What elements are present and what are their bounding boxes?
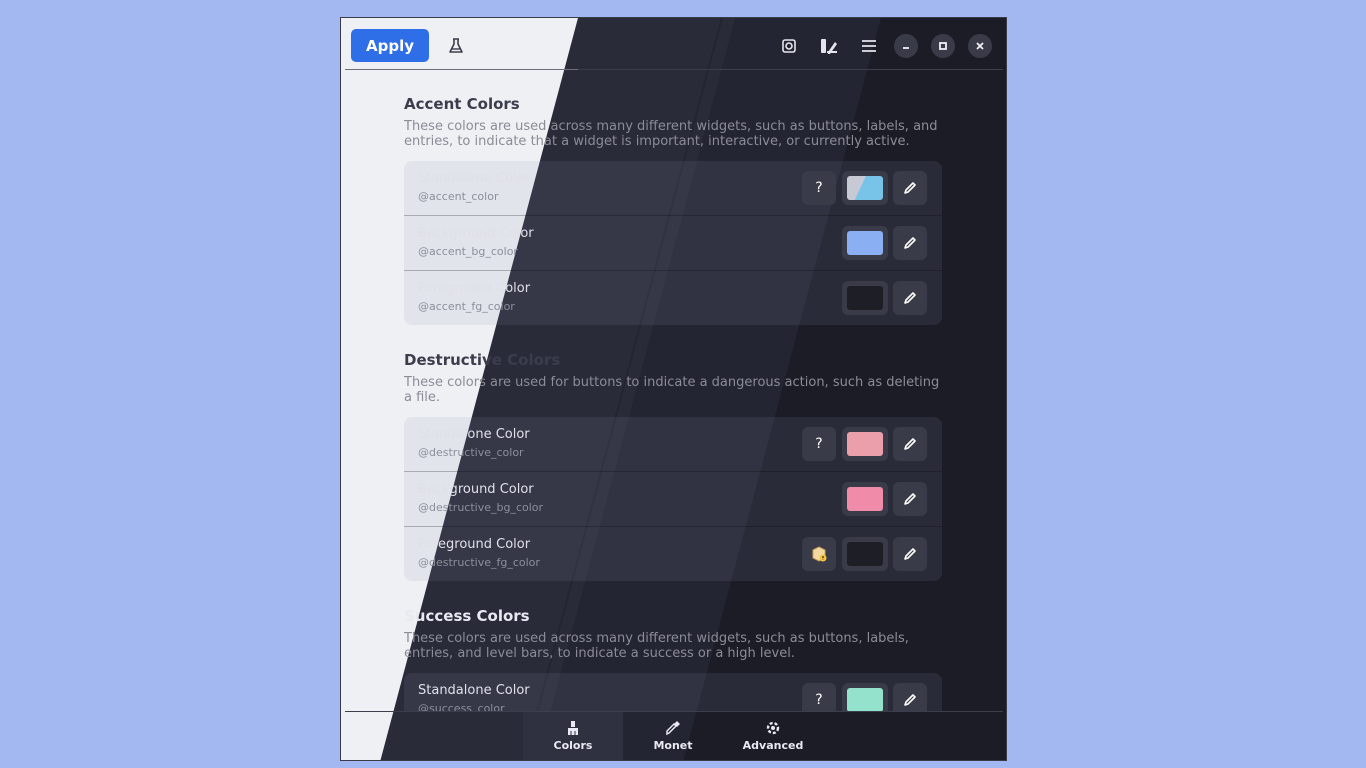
- color-row: Foreground Color @accent_fg_color: [404, 271, 942, 325]
- tab-colors[interactable]: Colors: [523, 712, 623, 760]
- question-icon: ?: [815, 436, 823, 452]
- color-row: Background Color @destructive_bg_color: [404, 472, 942, 527]
- section-title: Destructive Colors: [404, 351, 561, 369]
- color-row: Foreground Color @destructive_fg_color: [404, 527, 942, 581]
- edit-button[interactable]: [893, 171, 927, 205]
- color-swatch-button[interactable]: [842, 537, 888, 571]
- flask-icon[interactable]: [439, 29, 473, 62]
- color-row: Background Color @accent_bg_color: [404, 216, 942, 271]
- warning-button[interactable]: [802, 537, 836, 571]
- color-swatch: [847, 286, 883, 310]
- app-window: Apply Accent Colors These colors are use…: [340, 17, 1007, 761]
- pencil-icon: [904, 438, 916, 450]
- section-description: These colors are used across many differ…: [404, 631, 909, 661]
- color-swatch-button[interactable]: [842, 683, 888, 711]
- tab-advanced[interactable]: Advanced: [723, 712, 823, 760]
- row-title: Foreground Color: [418, 281, 531, 296]
- color-swatch-button[interactable]: [842, 281, 888, 315]
- help-button[interactable]: ?: [802, 427, 836, 461]
- minimize-icon[interactable]: [894, 34, 918, 58]
- screenshot-icon[interactable]: [772, 29, 806, 62]
- row-variable: @accent_color: [418, 190, 499, 203]
- edit-button[interactable]: [893, 482, 927, 516]
- color-swatch: [847, 688, 883, 711]
- gear-icon: [766, 721, 780, 735]
- color-group: Standalone Color @accent_color ? Backgro…: [404, 161, 942, 325]
- tab-label: Monet: [653, 739, 693, 752]
- help-button[interactable]: ?: [802, 683, 836, 711]
- pencil-icon: [904, 493, 916, 505]
- section-description: These colors are used for buttons to ind…: [404, 375, 940, 405]
- settings-content[interactable]: Accent Colors These colors are used acro…: [404, 70, 942, 711]
- package-warning-icon: [812, 546, 827, 562]
- row-title: Foreground Color: [418, 537, 531, 552]
- edit-button[interactable]: [893, 683, 927, 711]
- color-swatch: [847, 231, 883, 255]
- color-row: Standalone Color @success_color ?: [404, 673, 942, 711]
- color-group: Standalone Color @destructive_color ? Ba…: [404, 417, 942, 581]
- pencil-icon: [904, 237, 916, 249]
- row-title: Background Color: [418, 226, 534, 241]
- pencil-icon: [904, 694, 916, 706]
- palette-edit-icon[interactable]: [812, 29, 846, 62]
- maximize-icon[interactable]: [931, 34, 955, 58]
- row-variable: @destructive_color: [418, 446, 524, 459]
- color-swatch: [847, 542, 883, 566]
- row-title: Background Color: [418, 482, 534, 497]
- section-description: These colors are used across many differ…: [404, 119, 938, 149]
- color-swatch: [847, 487, 883, 511]
- edit-button[interactable]: [893, 537, 927, 571]
- edit-button[interactable]: [893, 226, 927, 260]
- eyedropper-icon: [666, 721, 680, 736]
- row-variable: @success_color: [418, 702, 505, 711]
- tab-label: Advanced: [742, 739, 804, 752]
- color-swatch-button[interactable]: [842, 226, 888, 260]
- apply-button[interactable]: Apply: [351, 29, 429, 62]
- menu-icon[interactable]: [852, 29, 886, 62]
- pencil-icon: [904, 548, 916, 560]
- pencil-icon: [904, 292, 916, 304]
- header-bar: Apply: [345, 18, 1003, 70]
- section-title: Success Colors: [404, 607, 530, 625]
- color-swatch: [847, 432, 883, 456]
- color-swatch-button[interactable]: [842, 482, 888, 516]
- row-title: Standalone Color: [418, 171, 530, 186]
- color-swatch-button[interactable]: [842, 427, 888, 461]
- edit-button[interactable]: [893, 281, 927, 315]
- row-variable: @accent_bg_color: [418, 245, 518, 258]
- brush-icon: [568, 721, 578, 735]
- help-button[interactable]: ?: [802, 171, 836, 205]
- question-icon: ?: [815, 180, 823, 196]
- tab-label: Colors: [553, 739, 593, 752]
- color-row: Standalone Color @destructive_color ?: [404, 417, 942, 472]
- row-variable: @accent_fg_color: [418, 300, 515, 313]
- close-icon[interactable]: [968, 34, 992, 58]
- row-title: Standalone Color: [418, 427, 530, 442]
- color-row: Standalone Color @accent_color ?: [404, 161, 942, 216]
- row-variable: @destructive_bg_color: [418, 501, 544, 514]
- bottom-nav: Colors Monet Advanced: [345, 711, 1003, 760]
- section-title: Accent Colors: [404, 95, 520, 113]
- color-swatch: [847, 176, 883, 200]
- row-variable: @destructive_fg_color: [418, 556, 540, 569]
- color-group: Standalone Color @success_color ?: [404, 673, 942, 711]
- pencil-icon: [904, 182, 916, 194]
- row-title: Standalone Color: [418, 683, 530, 698]
- question-icon: ?: [815, 692, 823, 708]
- tab-monet[interactable]: Monet: [623, 712, 723, 760]
- color-swatch-button[interactable]: [842, 171, 888, 205]
- edit-button[interactable]: [893, 427, 927, 461]
